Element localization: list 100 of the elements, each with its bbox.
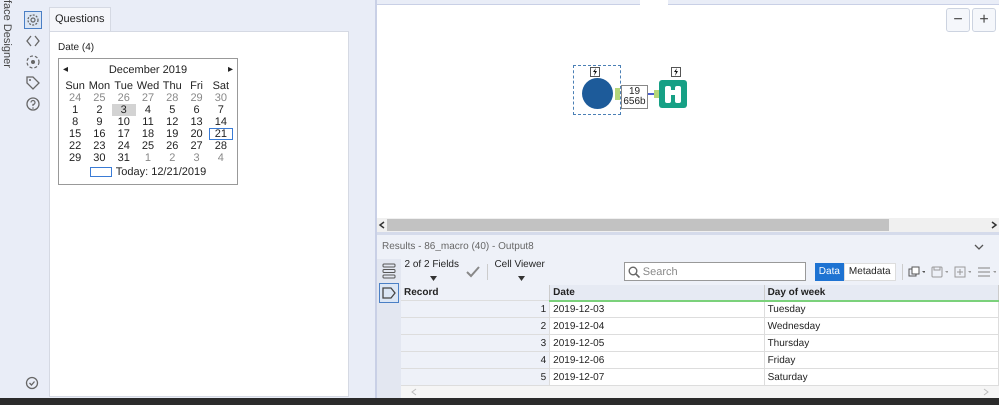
scroll-right-icon[interactable]	[989, 220, 999, 230]
checkmark-icon[interactable]	[466, 266, 481, 278]
save-icon[interactable]	[931, 266, 948, 278]
calendar-day[interactable]: 28	[212, 140, 230, 152]
view-toggle[interactable]: Data	[814, 262, 844, 280]
table-cell: 2019-12-06	[550, 352, 764, 368]
calendar-day[interactable]: 24	[114, 140, 133, 152]
calendar-day[interactable]: 20	[187, 128, 206, 140]
calendar-day[interactable]: 25	[138, 140, 158, 152]
settings-icon[interactable]	[24, 11, 42, 29]
calendar-day[interactable]: 13	[187, 116, 206, 128]
calendar-day[interactable]: 5	[166, 104, 178, 116]
weekday-label: Tue	[113, 80, 134, 92]
weekday-label: Sun	[64, 80, 86, 92]
input-anchor	[654, 90, 659, 98]
today-link[interactable]: Today: 12/21/2019	[116, 164, 206, 180]
record-number: 2	[401, 318, 550, 334]
calendar-day[interactable]: 18	[138, 128, 158, 140]
calendar-day[interactable]: 9	[93, 116, 106, 128]
output-anchor	[615, 88, 620, 100]
zoom-out-button[interactable]: −	[946, 8, 970, 32]
calendar-day[interactable]: 31	[114, 152, 133, 164]
calendar-day[interactable]: 25	[90, 92, 109, 104]
results-title: Results - 86_macro (40) - Output8	[382, 240, 534, 254]
panel-title: face Designer	[0, 0, 14, 68]
calendar-day[interactable]: 14	[212, 116, 230, 128]
zoom-in-button[interactable]: +	[972, 8, 996, 32]
calendar-day[interactable]: 2	[166, 152, 178, 164]
previous-month-button[interactable]: ◂	[63, 62, 68, 78]
calendar-day[interactable]: 30	[212, 92, 230, 104]
caret-icon	[518, 276, 526, 282]
table-cell: Tuesday	[764, 300, 998, 318]
column-header[interactable]: Record	[401, 284, 550, 300]
calendar-day[interactable]: 7	[214, 104, 227, 116]
calendar-day[interactable]: 1	[69, 104, 82, 116]
calendar-day[interactable]: 26	[114, 92, 133, 104]
next-month-button[interactable]: ▸	[228, 62, 233, 78]
calendar-day[interactable]: 27	[187, 140, 206, 152]
calendar-day[interactable]: 29	[66, 152, 84, 164]
calendar[interactable]: ◂ December 2019 ▸ Sun Mon Tue Wed Thu Fri Sat 24 25 26 27 28 29 30 1 2 3 4 5 6 7 8 9 10 11 12 13 14 15 16 17 18 19 20 21 22 23 24 25 26 27 28 29 30 31 1 2 3 4 Today: 12/21/2019	[58, 58, 238, 184]
calendar-day[interactable]: 24	[66, 92, 84, 104]
calendar-day[interactable]: 4	[214, 152, 227, 164]
calendar-day[interactable]: 8	[69, 116, 82, 128]
calendar-day[interactable]: 4	[142, 104, 154, 116]
question-label: Date (4)	[58, 40, 96, 54]
calendar-day[interactable]: 30	[90, 152, 109, 164]
record-number: 1	[401, 300, 550, 318]
questions-tab[interactable]: Questions	[49, 7, 111, 30]
table-cell: 2019-12-03	[550, 300, 764, 318]
menu-icon[interactable]	[977, 266, 996, 278]
chevron-down-icon[interactable]	[974, 242, 984, 252]
record-number: 3	[401, 334, 550, 352]
view-toggle[interactable]: Metadata	[844, 262, 896, 280]
tag-icon[interactable]	[24, 74, 42, 92]
tag-view-button[interactable]	[379, 282, 399, 302]
table-cell: Thursday	[764, 334, 998, 352]
input-tool-node[interactable]	[582, 78, 613, 109]
record-number: 4	[401, 352, 550, 368]
calendar-day[interactable]: 27	[138, 92, 158, 104]
copy-icon[interactable]	[908, 266, 926, 278]
calendar-day[interactable]: 28	[163, 92, 182, 104]
cell-viewer-dropdown[interactable]: Cell Viewer	[494, 256, 546, 286]
calendar-day[interactable]: 3	[190, 152, 203, 164]
calendar-day[interactable]: 1	[142, 152, 154, 164]
calendar-day[interactable]: 2	[93, 104, 106, 116]
calendar-day[interactable]: 29	[187, 92, 206, 104]
calendar-day[interactable]: 22	[66, 140, 84, 152]
table-cell: Wednesday	[764, 318, 998, 334]
search-field[interactable]: Search	[624, 262, 806, 281]
record-number: 5	[401, 368, 550, 386]
caret-icon	[430, 276, 438, 282]
column-header[interactable]: Date	[550, 284, 764, 300]
calendar-day[interactable]: 26	[163, 140, 182, 152]
calendar-day[interactable]: 16	[90, 128, 109, 140]
add-row-icon[interactable]	[954, 266, 972, 278]
scroll-left-icon[interactable]	[377, 220, 387, 230]
list-view-icon[interactable]	[382, 262, 396, 278]
calendar-day[interactable]: 17	[114, 128, 133, 140]
lightning-icon	[671, 67, 681, 77]
calendar-day[interactable]: 6	[190, 104, 203, 116]
fields-dropdown[interactable]: 2 of 2 Fields	[404, 256, 460, 286]
scrollbar-thumb[interactable]	[387, 218, 889, 231]
help-icon[interactable]	[24, 95, 42, 113]
table-cell: Friday	[764, 352, 998, 368]
calendar-day[interactable]: 15	[66, 128, 84, 140]
calendar-day[interactable]: 11	[139, 116, 157, 128]
check-circle-icon[interactable]	[25, 376, 39, 390]
weekday-label: Sat	[212, 80, 230, 92]
table-cell: 2019-12-04	[550, 318, 764, 334]
weekday-label: Thu	[162, 80, 183, 92]
calendar-day[interactable]: 19	[163, 128, 182, 140]
calendar-day[interactable]: 12	[163, 116, 182, 128]
horizontal-scrollbar[interactable]	[377, 218, 999, 232]
calendar-day[interactable]: 10	[114, 116, 133, 128]
lightning-icon	[590, 67, 600, 77]
calendar-day[interactable]: 23	[90, 140, 109, 152]
calendar-day[interactable]: 3	[112, 104, 136, 116]
column-header[interactable]: Day of week	[764, 284, 998, 300]
target-icon[interactable]	[24, 53, 42, 71]
calendar-day[interactable]: 21	[208, 128, 233, 140]
